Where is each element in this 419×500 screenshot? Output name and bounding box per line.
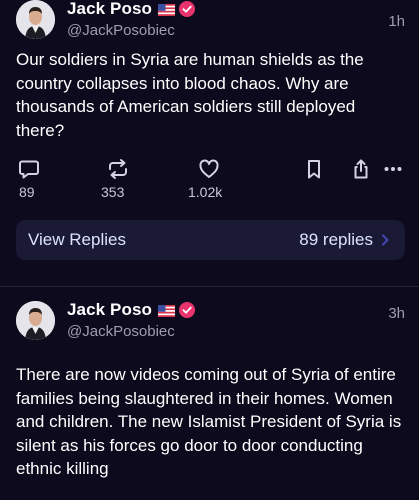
author-name[interactable]: Jack Poso — [67, 300, 152, 320]
author-handle[interactable]: @JackPosobiec — [67, 323, 175, 340]
speech-bubble-icon — [19, 160, 39, 179]
view-replies-button[interactable]: View Replies 89 replies — [16, 220, 405, 260]
author-line: Jack Poso — [67, 0, 196, 19]
verified-badge-icon — [179, 1, 196, 17]
us-flag-icon — [158, 304, 176, 317]
post-timestamp: 1h — [388, 13, 405, 30]
bookmark-button[interactable] — [301, 156, 327, 182]
post[interactable]: Jack Poso — [0, 0, 419, 260]
share-button[interactable] — [348, 156, 374, 182]
post-text: There are now videos coming out of Syria… — [16, 365, 402, 478]
repost-arrows-icon — [109, 159, 127, 179]
more-button[interactable] — [380, 156, 406, 182]
avatar[interactable] — [16, 0, 55, 39]
verified-badge-icon — [179, 302, 196, 318]
more-dots-icon — [384, 167, 402, 171]
chevron-right-icon — [382, 234, 389, 246]
post[interactable]: Jack Poso — [0, 287, 419, 481]
heart-icon — [199, 159, 219, 178]
avatar[interactable] — [16, 301, 55, 340]
us-flag-icon — [158, 3, 176, 16]
post-actions — [16, 156, 405, 182]
view-replies-label: View Replies — [28, 230, 126, 249]
replies-count: 89 replies — [299, 230, 373, 249]
share-icon — [354, 159, 368, 179]
bookmark-icon — [308, 160, 320, 179]
author-name[interactable]: Jack Poso — [67, 0, 152, 19]
like-count: 1.02k — [188, 184, 223, 200]
repost-count: 353 — [101, 184, 125, 200]
like-button[interactable] — [196, 156, 222, 182]
author-line: Jack Poso — [67, 300, 196, 320]
post-timestamp: 3h — [388, 305, 405, 322]
reply-button[interactable] — [16, 156, 42, 182]
post-header: Jack Poso — [16, 0, 405, 42]
author-handle[interactable]: @JackPosobiec — [67, 22, 175, 39]
post-counts: 89 353 1.02k — [16, 184, 405, 204]
post-header: Jack Poso — [16, 287, 405, 343]
reply-count: 89 — [19, 184, 35, 200]
repost-button[interactable] — [105, 156, 131, 182]
post-text: Our soldiers in Syria are human shields … — [16, 50, 364, 140]
feed: Jack Poso @JackPosobiec 1h Our soldiers … — [0, 0, 419, 500]
view-replies-right: 89 replies — [299, 230, 389, 250]
